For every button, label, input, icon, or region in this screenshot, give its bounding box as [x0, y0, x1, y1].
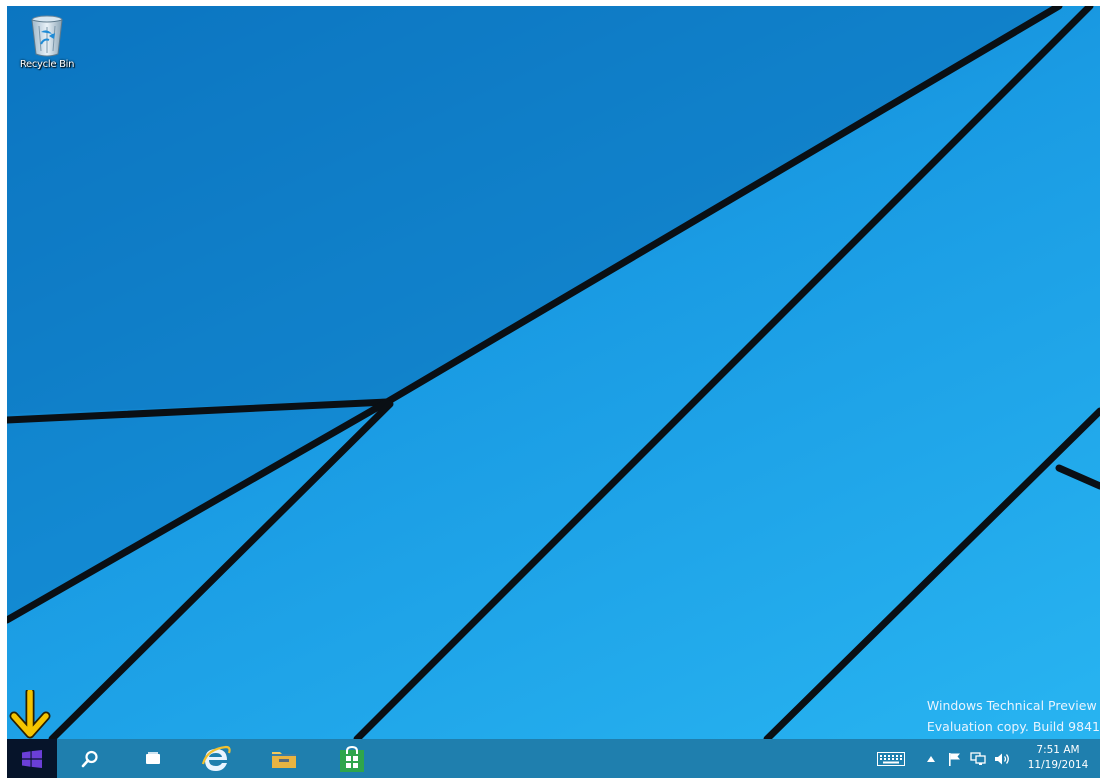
- screen: Recycle Bin Windows Technical Preview Ev…: [0, 0, 1100, 778]
- clock[interactable]: 7:51 AM 11/19/2014: [1018, 743, 1098, 773]
- start-button[interactable]: [7, 739, 57, 778]
- network-icon: [970, 751, 986, 765]
- task-view-button[interactable]: [130, 739, 176, 778]
- show-hidden-icons-button[interactable]: [922, 739, 940, 778]
- network-button[interactable]: [968, 739, 988, 778]
- search-icon: [81, 750, 98, 767]
- folder-icon: [272, 751, 296, 768]
- touch-keyboard-button[interactable]: [872, 739, 910, 778]
- evaluation-watermark: Windows Technical Preview Evaluation cop…: [927, 695, 1100, 737]
- system-tray: 7:51 AM 11/19/2014: [860, 739, 1100, 778]
- recycle-bin-label: Recycle Bin: [19, 59, 75, 70]
- taskbar: 7:51 AM 11/19/2014: [7, 739, 1100, 778]
- store-button[interactable]: [329, 739, 375, 778]
- volume-icon: [995, 753, 1009, 764]
- watermark-line-1: Windows Technical Preview: [926, 698, 1097, 713]
- desktop-icon-recycle-bin[interactable]: Recycle Bin: [15, 14, 79, 71]
- store-icon: [340, 745, 364, 772]
- volume-button[interactable]: [992, 739, 1012, 778]
- arrow-down-icon: [9, 690, 51, 739]
- internet-explorer-icon: [201, 745, 231, 771]
- search-button[interactable]: [67, 739, 113, 778]
- chevron-up-icon: [927, 755, 935, 762]
- keyboard-icon: [877, 751, 905, 766]
- desktop[interactable]: Recycle Bin Windows Technical Preview Ev…: [7, 6, 1100, 739]
- flag-icon: [949, 752, 960, 766]
- watermark-line-2: Evaluation copy. Build 9841: [926, 719, 1100, 734]
- internet-explorer-button[interactable]: [193, 739, 239, 778]
- task-view-icon: [146, 751, 160, 764]
- windows-logo-icon: [22, 749, 42, 768]
- recycle-bin-icon: [31, 15, 63, 57]
- file-explorer-button[interactable]: [261, 739, 307, 778]
- wallpaper-lines: [7, 6, 1100, 739]
- action-center-button[interactable]: [945, 739, 965, 778]
- clock-date: 11/19/2014: [1027, 759, 1089, 771]
- clock-time: 7:51 AM: [1036, 744, 1080, 756]
